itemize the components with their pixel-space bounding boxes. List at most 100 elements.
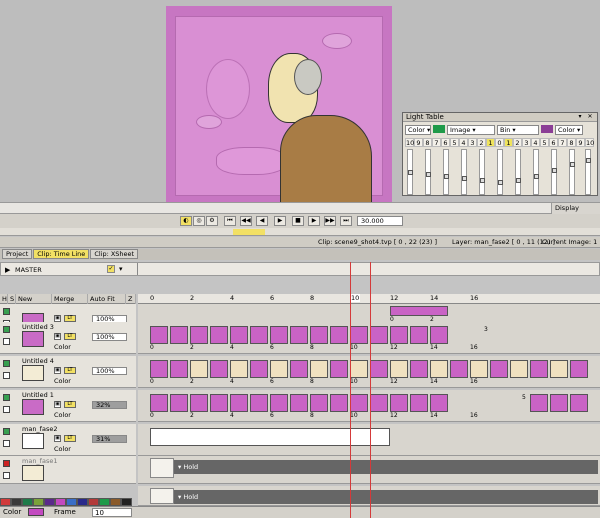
frame-cell[interactable] — [310, 326, 328, 344]
visibility-toggle[interactable] — [3, 360, 10, 367]
lock-icon[interactable]: ▣ — [54, 435, 61, 442]
frame-cell[interactable] — [290, 394, 308, 412]
lt-frame-num[interactable]: 10 — [405, 138, 414, 147]
first-frame-icon[interactable]: ⏮ — [224, 216, 236, 226]
tab-timeline[interactable]: Clip: Time Line — [33, 249, 90, 259]
palette-swatch[interactable] — [110, 498, 121, 506]
settings-icon[interactable]: ⚙ — [206, 216, 218, 226]
col-z[interactable]: Z — [126, 294, 136, 304]
solo-toggle[interactable] — [3, 440, 10, 447]
col-s[interactable]: S — [8, 294, 16, 304]
close-icon[interactable]: ✕ — [587, 114, 593, 120]
frame-cell[interactable] — [230, 394, 248, 412]
frame-cell[interactable] — [530, 394, 548, 412]
lt-frame-num[interactable]: 8 — [423, 138, 432, 147]
frame-cell[interactable] — [170, 360, 188, 378]
frame-cell[interactable] — [310, 394, 328, 412]
lock-icon[interactable]: ▣ — [54, 401, 61, 408]
lt-frame-num[interactable]: 5 — [450, 138, 459, 147]
layer-row[interactable]: Untitled 1 ▣ LT 32% Color — [0, 390, 136, 422]
new-layer-button[interactable]: New — [16, 294, 52, 304]
hold-cell[interactable] — [150, 458, 174, 478]
frame-cell[interactable] — [410, 326, 428, 344]
lt-frame-num[interactable]: 6 — [549, 138, 558, 147]
frame-cell[interactable] — [330, 360, 348, 378]
frame-cell[interactable] — [390, 360, 408, 378]
frame-cell[interactable] — [510, 360, 528, 378]
lt-slider-knob[interactable] — [408, 170, 413, 175]
solo-toggle[interactable] — [3, 338, 10, 345]
frame-cell[interactable] — [150, 360, 168, 378]
layer-thumbnail[interactable] — [22, 365, 44, 381]
solo-toggle[interactable] — [3, 472, 10, 479]
visibility-toggle[interactable] — [3, 428, 10, 435]
layer-name[interactable]: Untitled 4 — [22, 357, 56, 365]
lt-slider-knob[interactable] — [498, 180, 503, 185]
layer-track[interactable] — [138, 424, 600, 456]
layer-name[interactable]: Untitled 1 — [22, 391, 56, 399]
frame-cell[interactable] — [470, 360, 488, 378]
lt-slider[interactable] — [551, 149, 557, 195]
chevron-down-icon[interactable]: ▾ — [119, 265, 123, 273]
layer-row[interactable]: man_fase1 — [0, 456, 136, 484]
solo-toggle[interactable] — [3, 406, 10, 413]
step-forward-icon[interactable]: ▶ — [308, 216, 320, 226]
lt-frame-num[interactable]: 3 — [468, 138, 477, 147]
layer-track[interactable]: 3 0 2 4 6 8 10 12 14 16 — [138, 322, 600, 354]
lt-slider-knob[interactable] — [516, 178, 521, 183]
lt-toggle[interactable]: LT — [64, 401, 76, 408]
lt-slider[interactable] — [443, 149, 449, 195]
lt-frame-num[interactable]: 1 — [504, 138, 513, 147]
layer-thumbnail[interactable] — [22, 331, 44, 347]
layer-opacity[interactable]: 100% — [92, 333, 127, 341]
layer-track[interactable]: ▾ Hold — [138, 456, 600, 484]
drawing-stage[interactable] — [166, 6, 392, 207]
green-color-swatch[interactable] — [433, 125, 445, 133]
mode-select[interactable]: Color ▾ — [405, 125, 431, 135]
display-dropdown[interactable]: Display — [551, 203, 600, 214]
frame-cell[interactable] — [410, 394, 428, 412]
lt-frame-num[interactable]: 2 — [513, 138, 522, 147]
lt-slider-knob[interactable] — [586, 158, 591, 163]
frame-cell[interactable] — [330, 394, 348, 412]
col-h[interactable]: H — [0, 294, 8, 304]
hold-cell[interactable] — [150, 488, 174, 504]
palette-swatch[interactable] — [33, 498, 44, 506]
visibility-toggle[interactable] — [3, 460, 10, 467]
merge-button[interactable]: Merge — [52, 294, 88, 304]
lt-frame-num[interactable]: 3 — [522, 138, 531, 147]
frame-cell[interactable] — [370, 394, 388, 412]
frame-cell[interactable] — [550, 394, 568, 412]
frame-cell[interactable] — [190, 360, 208, 378]
layer-thumbnail[interactable] — [22, 465, 44, 481]
last-frame-icon[interactable]: ⏭ — [340, 216, 352, 226]
frame-cell[interactable] — [310, 360, 328, 378]
frame-cell[interactable] — [170, 326, 188, 344]
visibility-toggle[interactable] — [3, 394, 10, 401]
lt-toggle[interactable]: LT — [64, 367, 76, 374]
layer-row[interactable]: Untitled 3 ▣ LT 100% Color — [0, 322, 136, 354]
lt-slider-knob[interactable] — [426, 172, 431, 177]
layer-track[interactable]: ▾ Hold — [138, 486, 600, 506]
lt-slider[interactable] — [461, 149, 467, 195]
play-icon[interactable]: ▶ — [5, 266, 10, 274]
frame-cell[interactable] — [150, 428, 390, 446]
lt-slider[interactable] — [425, 149, 431, 195]
frame-cell[interactable] — [270, 326, 288, 344]
layer-name[interactable]: man_fase2 — [22, 425, 57, 433]
blend-select[interactable]: Bin ▾ — [497, 125, 539, 135]
horizontal-scrollbar[interactable]: Display — [0, 202, 600, 214]
layer-row[interactable]: Untitled 4 ▣ LT 100% Color — [0, 356, 136, 388]
palette-swatch[interactable] — [66, 498, 77, 506]
timeline-ruler[interactable]: 0 2 4 6 8 10 12 14 16 — [138, 294, 600, 304]
frame-cell[interactable] — [270, 394, 288, 412]
frame-cell[interactable] — [210, 394, 228, 412]
frame-cell[interactable] — [490, 360, 508, 378]
lt-frame-num[interactable]: 0 — [495, 138, 504, 147]
hold-bar[interactable]: ▾ Hold — [174, 490, 598, 504]
lt-slider-knob[interactable] — [570, 162, 575, 167]
frame-cell[interactable] — [370, 360, 388, 378]
lt-slider[interactable] — [569, 149, 575, 195]
frame-cell[interactable] — [250, 394, 268, 412]
lock-icon[interactable]: ▣ — [54, 367, 61, 374]
